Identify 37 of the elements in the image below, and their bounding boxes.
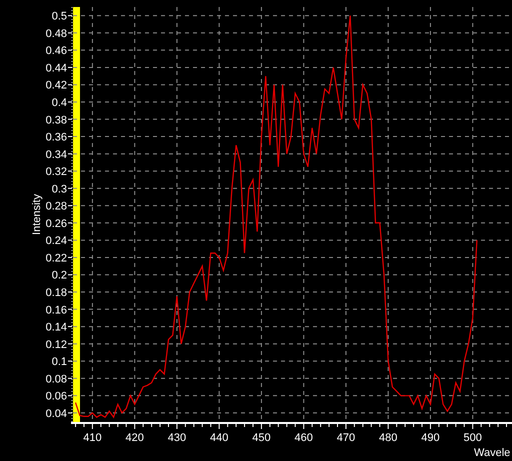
x-tick-label: 430 [168, 432, 186, 444]
y-tick-label: 0.36 [46, 132, 67, 144]
y-tick-label: 0.28 [46, 200, 67, 213]
x-tick-label: 420 [126, 432, 144, 444]
x-tick-label: 460 [294, 432, 313, 444]
cursor-bar[interactable] [73, 7, 80, 422]
y-tick-label: 0.2 [52, 270, 67, 282]
y-tick-label: 0.4 [52, 97, 67, 109]
y-tick-label: 0.3 [52, 183, 67, 196]
y-tick-label: 0.34 [46, 148, 67, 161]
y-tick-label: 0.08 [46, 373, 67, 386]
x-axis-label: Wavele [474, 447, 510, 459]
y-tick-label: 0.04 [46, 408, 67, 420]
x-tick-label: 480 [379, 432, 398, 444]
x-tick-label: 490 [421, 432, 440, 444]
x-tick-label: 500 [464, 432, 482, 444]
y-tick-label: 0.42 [46, 80, 67, 92]
x-tick-label: 450 [252, 432, 271, 444]
y-tick-label: 0.1 [52, 356, 67, 368]
y-axis-label: Intensity [31, 194, 43, 235]
y-tick-label: 0.48 [46, 28, 67, 40]
y-tick-label: 0.06 [46, 390, 67, 403]
y-tick-label: 0.38 [46, 114, 67, 126]
y-tick-label: 0.16 [46, 304, 67, 316]
y-tick-label: 0.46 [46, 45, 67, 58]
y-tick-label: 0.32 [46, 166, 67, 178]
y-tick-label: 0.12 [46, 338, 67, 351]
y-tick-label: 0.5 [52, 10, 67, 23]
x-tick-label: 470 [336, 432, 356, 444]
x-tick-label: 410 [83, 432, 102, 444]
x-tick-label: 440 [210, 432, 228, 444]
y-tick-label: 0.18 [46, 287, 67, 300]
y-tick-label: 0.26 [46, 218, 67, 230]
y-tick-label: 0.22 [46, 252, 67, 264]
y-tick-label: 0.14 [46, 322, 67, 334]
y-tick-label: 0.44 [46, 62, 67, 74]
y-tick-label: 0.24 [46, 235, 67, 248]
